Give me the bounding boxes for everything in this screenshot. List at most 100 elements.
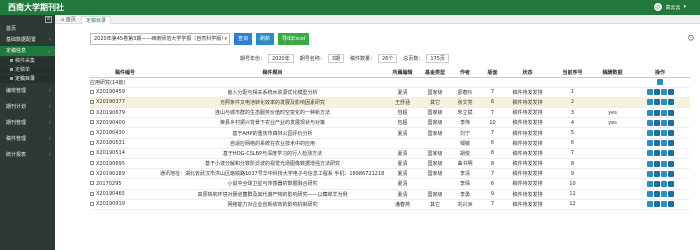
up-icon[interactable] [653, 130, 660, 137]
sidebar-item-editing[interactable]: 编校管理 ‹ [0, 86, 55, 96]
sidebar-item-config[interactable]: 基础数据配置 ‹ [0, 35, 55, 45]
table-row[interactable]: X20190400 荣县乡村振兴背景下农业产业的发展现状与对策 包超 国家级 李伟 10 稿… [90, 117, 690, 129]
down-icon[interactable] [660, 89, 667, 96]
table-row[interactable]: X20180430 基于AHP的重庆市森林公园评价分析 夏清 国家级 刘宁 7 稿件待发发排… [90, 127, 690, 139]
table-row[interactable]: X20190459 嵌入分配与相关系统水资源优化模型分析 夏清 国家级 邵春玲 7 稿件待发… [90, 87, 690, 98]
edit-icon[interactable] [646, 99, 653, 106]
view-icon[interactable] [667, 89, 674, 96]
row-checkbox[interactable] [90, 191, 94, 196]
view-icon[interactable] [667, 180, 674, 187]
down-icon[interactable] [660, 140, 667, 147]
row-checkbox[interactable] [90, 181, 94, 186]
sidebar-subitem-collect[interactable]: 稿件采集 [0, 57, 55, 65]
table-row[interactable]: X20190919 网络能力对企业创新绩效的影响机制研究 潘春燕 其它 刘兴洲 7 稿件待发… [90, 199, 690, 210]
sidebar-item-plan[interactable]: 期刊计划 ‹ [0, 102, 55, 112]
row-checkbox[interactable] [90, 161, 94, 166]
down-icon[interactable] [660, 201, 667, 208]
down-icon[interactable] [660, 150, 667, 157]
edit-icon[interactable] [646, 191, 653, 198]
row-checkbox[interactable] [90, 130, 94, 135]
edit-icon[interactable] [646, 170, 653, 177]
table-row[interactable]: X20190679 连山与城市群的生态服务价值时空变化的一种新方法 包超 国家级 朱立斌… [90, 107, 690, 119]
down-icon[interactable] [660, 99, 667, 106]
view-icon[interactable] [667, 150, 674, 157]
view-icon[interactable] [667, 191, 674, 198]
cell-status: 稿件待发发排 [505, 158, 550, 170]
edit-icon[interactable] [646, 109, 653, 116]
edit-icon[interactable] [646, 150, 653, 157]
table-row[interactable]: X20190377 光照条件又电池转化效率的发展及影响因素研究 王舒涵 其它 张文亮 6 稿… [90, 97, 690, 109]
down-icon[interactable] [660, 130, 667, 137]
down-icon[interactable] [660, 180, 667, 187]
sidebar-subitem-form[interactable]: 定稿单 [0, 66, 55, 74]
cell-fee [595, 148, 630, 160]
sidebar-item-manuscript[interactable]: 稿件管理 ‹ [0, 134, 55, 144]
edit-icon[interactable] [646, 130, 653, 137]
gear-icon[interactable]: ⚙ [686, 34, 696, 44]
tab-catalog[interactable]: 定稿目录 [81, 16, 112, 24]
edit-icon[interactable] [646, 180, 653, 187]
view-icon[interactable] [667, 140, 674, 147]
tab-home[interactable]: ⌂ 首页 [57, 16, 80, 24]
row-checkbox[interactable] [90, 99, 94, 104]
cell-title: 高原缺氧环境对肠道菌群及其代谢产物的影响研究——以藏绵羊为例 [160, 189, 385, 200]
table-row[interactable]: X20180531 自适应网络的系统在农业技术中的应用 邹敏 6 稿件待发发排 6 [90, 138, 690, 149]
up-icon[interactable] [653, 180, 660, 187]
row-checkbox[interactable] [90, 150, 94, 155]
up-icon[interactable] [653, 191, 660, 198]
menu-icon[interactable]: ≡ [45, 16, 52, 23]
up-icon[interactable] [653, 119, 660, 126]
up-icon[interactable] [653, 140, 660, 147]
edit-icon[interactable] [646, 140, 653, 147]
up-icon[interactable] [653, 109, 660, 116]
up-icon[interactable] [653, 150, 660, 157]
view-icon[interactable] [667, 130, 674, 137]
edit-icon[interactable] [646, 89, 653, 96]
row-checkbox[interactable] [90, 171, 94, 176]
down-icon[interactable] [660, 170, 667, 177]
edit-icon[interactable] [646, 160, 653, 167]
sidebar-collapse[interactable]: ≡ [0, 15, 55, 24]
row-checkbox[interactable] [90, 201, 94, 206]
view-icon[interactable] [667, 160, 674, 167]
edit-icon[interactable] [657, 79, 663, 86]
row-checkbox[interactable] [90, 89, 94, 94]
table-row[interactable]: X20190289 通讯地址：湖北省武汉市洪山区珞喻路1037号华中科技大学电子与… [90, 168, 690, 180]
search-button[interactable]: 查询 [234, 33, 253, 45]
row-checkbox[interactable] [90, 140, 94, 145]
view-icon[interactable] [667, 201, 674, 208]
sidebar-item-final[interactable]: 定稿信息 ⌄ [0, 46, 55, 56]
cell-id: X20190514 [90, 148, 160, 160]
cell-author: 胡俊 [450, 148, 480, 160]
export-button[interactable]: 导出Excel [278, 33, 310, 45]
down-icon[interactable] [660, 119, 667, 126]
sidebar-subitem-catalog[interactable]: 定稿目录 [0, 75, 55, 83]
down-icon[interactable] [660, 160, 667, 167]
edit-icon[interactable] [646, 201, 653, 208]
sidebar-item-reports[interactable]: 统计报表 ‹ [0, 150, 55, 160]
sidebar-item-home[interactable]: 首页 [0, 24, 55, 34]
up-icon[interactable] [653, 89, 660, 96]
down-icon[interactable] [660, 109, 667, 116]
edit-icon[interactable] [646, 119, 653, 126]
table-row[interactable]: X20190695 基于小波分解和分数阶滤波的视觉光场图像数据增强方法研究 夏清 国家… [90, 158, 690, 170]
up-icon[interactable] [653, 201, 660, 208]
up-icon[interactable] [653, 99, 660, 106]
issue-select[interactable]: 2020年第45卷第3期——西南师范大学学报（自然科学版） ▾ [90, 33, 230, 45]
refresh-button[interactable]: 刷新 [256, 33, 275, 45]
up-icon[interactable] [653, 170, 660, 177]
sidebar-item-journal[interactable]: 期刊管理 ‹ [0, 118, 55, 128]
row-checkbox[interactable] [90, 120, 94, 125]
down-icon[interactable] [660, 191, 667, 198]
table-row[interactable]: X20190465 高原缺氧环境对肠道菌群及其代谢产物的影响研究——以藏绵羊为例夏… [90, 189, 690, 200]
view-icon[interactable] [667, 119, 674, 126]
view-icon[interactable] [667, 170, 674, 177]
view-icon[interactable] [667, 109, 674, 116]
table-row[interactable]: X20190514 基于HOG-CSLBP与深度学习的行人检测方法 夏清 国家级 胡俊 8… [90, 148, 690, 160]
table-row[interactable]: 20170295 小鼠中全球卫星与传感器的数据融合研究 夏清 李倩 6 稿件待发发排 10 [90, 178, 690, 190]
up-icon[interactable] [653, 160, 660, 167]
user-menu[interactable]: 高云云 ▾ [654, 3, 686, 11]
view-icon[interactable] [667, 99, 674, 106]
row-checkbox[interactable] [90, 110, 94, 115]
cell-pages: 6 [480, 178, 505, 190]
